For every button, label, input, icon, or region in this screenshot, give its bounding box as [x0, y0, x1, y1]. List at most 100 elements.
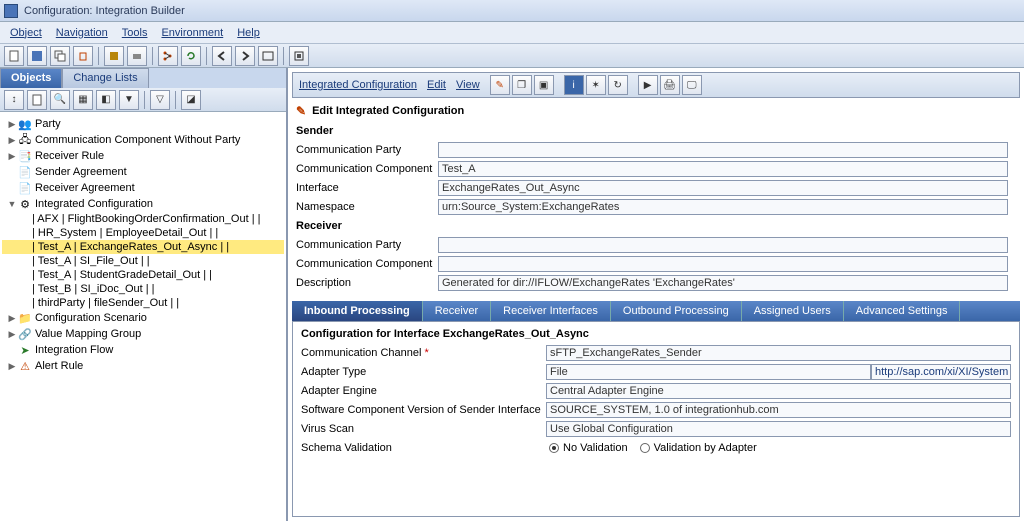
tree-integrated-config[interactable]: ▼⚙Integrated Configuration: [2, 196, 284, 212]
new-obj-button[interactable]: [27, 90, 47, 110]
swcv-label: Software Component Version of Sender Int…: [301, 404, 546, 416]
print-button[interactable]: [127, 46, 147, 66]
ph1-button[interactable]: ▦: [73, 90, 93, 110]
tree-receiver-agreement[interactable]: 📄Receiver Agreement: [2, 180, 284, 196]
config-title: Configuration for Interface ExchangeRate…: [301, 328, 1011, 340]
tree-item[interactable]: | thirdParty | fileSender_Out | |: [2, 296, 284, 310]
r-comm-comp-field[interactable]: [438, 256, 1008, 272]
comm-comp-field[interactable]: Test_A: [438, 161, 1008, 177]
object-tree[interactable]: ▶👥Party ▶🖧Communication Component Withou…: [0, 112, 286, 521]
run-button[interactable]: ▶: [638, 75, 658, 95]
tree-config-scenario[interactable]: ▶📁Configuration Scenario: [2, 310, 284, 326]
right-panel: Integrated Configuration Edit View ✎ ❐ ▣…: [288, 68, 1024, 521]
tab-outbound[interactable]: Outbound Processing: [611, 301, 742, 321]
menu-environment[interactable]: Environment: [161, 27, 223, 39]
tree-party[interactable]: ▶👥Party: [2, 116, 284, 132]
delete-button[interactable]: [73, 46, 93, 66]
main-toolbar: [0, 44, 1024, 68]
desc-label: Description: [296, 277, 438, 289]
virus-label: Virus Scan: [301, 423, 546, 435]
tree2-button[interactable]: ✶: [586, 75, 606, 95]
tab-change-lists[interactable]: Change Lists: [62, 68, 148, 88]
receiver-header: Receiver: [296, 217, 1016, 235]
radio-no-validation[interactable]: No Validation: [549, 442, 628, 454]
comm-party-label: Communication Party: [296, 144, 438, 156]
channel-label: Communication Channel: [301, 347, 421, 359]
tab-receiver-if[interactable]: Receiver Interfaces: [491, 301, 611, 321]
pencil-button[interactable]: ✎: [490, 75, 510, 95]
interface-label: Interface: [296, 182, 438, 194]
menu-tools[interactable]: Tools: [122, 27, 148, 39]
ph2-button[interactable]: ◧: [96, 90, 116, 110]
menu-navigation[interactable]: Navigation: [56, 27, 108, 39]
swcv-field[interactable]: SOURCE_SYSTEM, 1.0 of integrationhub.com: [546, 402, 1011, 418]
tab-objects[interactable]: Objects: [0, 68, 62, 88]
tree-toolbar: ↕ 🔍 ▦ ◧ ▼ ▽ ◪: [0, 88, 286, 112]
tab-inbound[interactable]: Inbound Processing: [292, 301, 423, 321]
r-comm-party-field[interactable]: [438, 237, 1008, 253]
sender-header: Sender: [296, 122, 1016, 140]
menu-object[interactable]: Object: [10, 27, 42, 39]
comm-comp-label: Communication Component: [296, 163, 438, 175]
radio-validation-adapter[interactable]: Validation by Adapter: [640, 442, 757, 454]
tree-button[interactable]: [158, 46, 178, 66]
collapse-button[interactable]: ↕: [4, 90, 24, 110]
inner-tabs: Inbound Processing Receiver Receiver Int…: [292, 301, 1020, 321]
window-button[interactable]: [258, 46, 278, 66]
new-button[interactable]: [4, 46, 24, 66]
adapter-type-label: Adapter Type: [301, 366, 546, 378]
refresh2-button[interactable]: ↻: [608, 75, 628, 95]
tree-integration-flow[interactable]: ➤Integration Flow: [2, 342, 284, 358]
tree-sender-agreement[interactable]: 📄Sender Agreement: [2, 164, 284, 180]
interface-field[interactable]: ExchangeRates_Out_Async: [438, 180, 1008, 196]
ph3-button[interactable]: ▼: [119, 90, 139, 110]
back-button[interactable]: [212, 46, 232, 66]
comm-party-field[interactable]: [438, 142, 1008, 158]
tree-comm-comp[interactable]: ▶🖧Communication Component Without Party: [2, 132, 284, 148]
desc-field[interactable]: Generated for dir://IFLOW/ExchangeRates …: [438, 275, 1008, 291]
forward-button[interactable]: [235, 46, 255, 66]
rmenu-integrated-config[interactable]: Integrated Configuration: [299, 79, 417, 91]
tree-item[interactable]: | AFX | FlightBookingOrderConfirmation_O…: [2, 212, 284, 226]
paste-button[interactable]: [104, 46, 124, 66]
title-bar: Configuration: Integration Builder: [0, 0, 1024, 22]
virus-field[interactable]: Use Global Configuration: [546, 421, 1011, 437]
tab-content: Configuration for Interface ExchangeRate…: [292, 321, 1020, 517]
editor-title: Edit Integrated Configuration: [312, 105, 464, 117]
editor-title-row: ✎ Edit Integrated Configuration: [288, 102, 1024, 120]
print2-button[interactable]: 🖨: [660, 75, 680, 95]
namespace-field[interactable]: urn:Source_System:ExchangeRates: [438, 199, 1008, 215]
tree-item[interactable]: | Test_B | SI_iDoc_Out | |: [2, 282, 284, 296]
tree-item[interactable]: | Test_A | SI_File_Out | |: [2, 254, 284, 268]
window-title: Configuration: Integration Builder: [24, 5, 185, 17]
refresh-button[interactable]: [181, 46, 201, 66]
info-button[interactable]: i: [564, 75, 584, 95]
display-button[interactable]: 🖵: [682, 75, 702, 95]
paste2-button[interactable]: ▣: [534, 75, 554, 95]
copy-button[interactable]: [50, 46, 70, 66]
settings-button[interactable]: [289, 46, 309, 66]
adapter-url: http://sap.com/xi/XI/System: [871, 364, 1011, 380]
tab-advanced[interactable]: Advanced Settings: [844, 301, 961, 321]
tree-alert-rule[interactable]: ▶⚠Alert Rule: [2, 358, 284, 374]
copy2-button[interactable]: ❐: [512, 75, 532, 95]
channel-field[interactable]: sFTP_ExchangeRates_Sender: [546, 345, 1011, 361]
find-button[interactable]: 🔍: [50, 90, 70, 110]
tag-button[interactable]: ◪: [181, 90, 201, 110]
tree-item-selected[interactable]: | Test_A | ExchangeRates_Out_Async | |: [2, 240, 284, 254]
tree-item[interactable]: | Test_A | StudentGradeDetail_Out | |: [2, 268, 284, 282]
tab-assigned[interactable]: Assigned Users: [742, 301, 844, 321]
filter-button[interactable]: ▽: [150, 90, 170, 110]
left-panel: Objects Change Lists ↕ 🔍 ▦ ◧ ▼ ▽ ◪ ▶👥Par…: [0, 68, 288, 521]
tree-receiver-rule[interactable]: ▶📑Receiver Rule: [2, 148, 284, 164]
rmenu-edit[interactable]: Edit: [427, 79, 446, 91]
r-comm-comp-label: Communication Component: [296, 258, 438, 270]
menu-help[interactable]: Help: [237, 27, 260, 39]
adapter-type-field: File: [546, 364, 871, 380]
save-button[interactable]: [27, 46, 47, 66]
edit-icon: ✎: [296, 104, 306, 118]
rmenu-view[interactable]: View: [456, 79, 480, 91]
tree-value-mapping[interactable]: ▶🔗Value Mapping Group: [2, 326, 284, 342]
tab-receiver[interactable]: Receiver: [423, 301, 491, 321]
tree-item[interactable]: | HR_System | EmployeeDetail_Out | |: [2, 226, 284, 240]
